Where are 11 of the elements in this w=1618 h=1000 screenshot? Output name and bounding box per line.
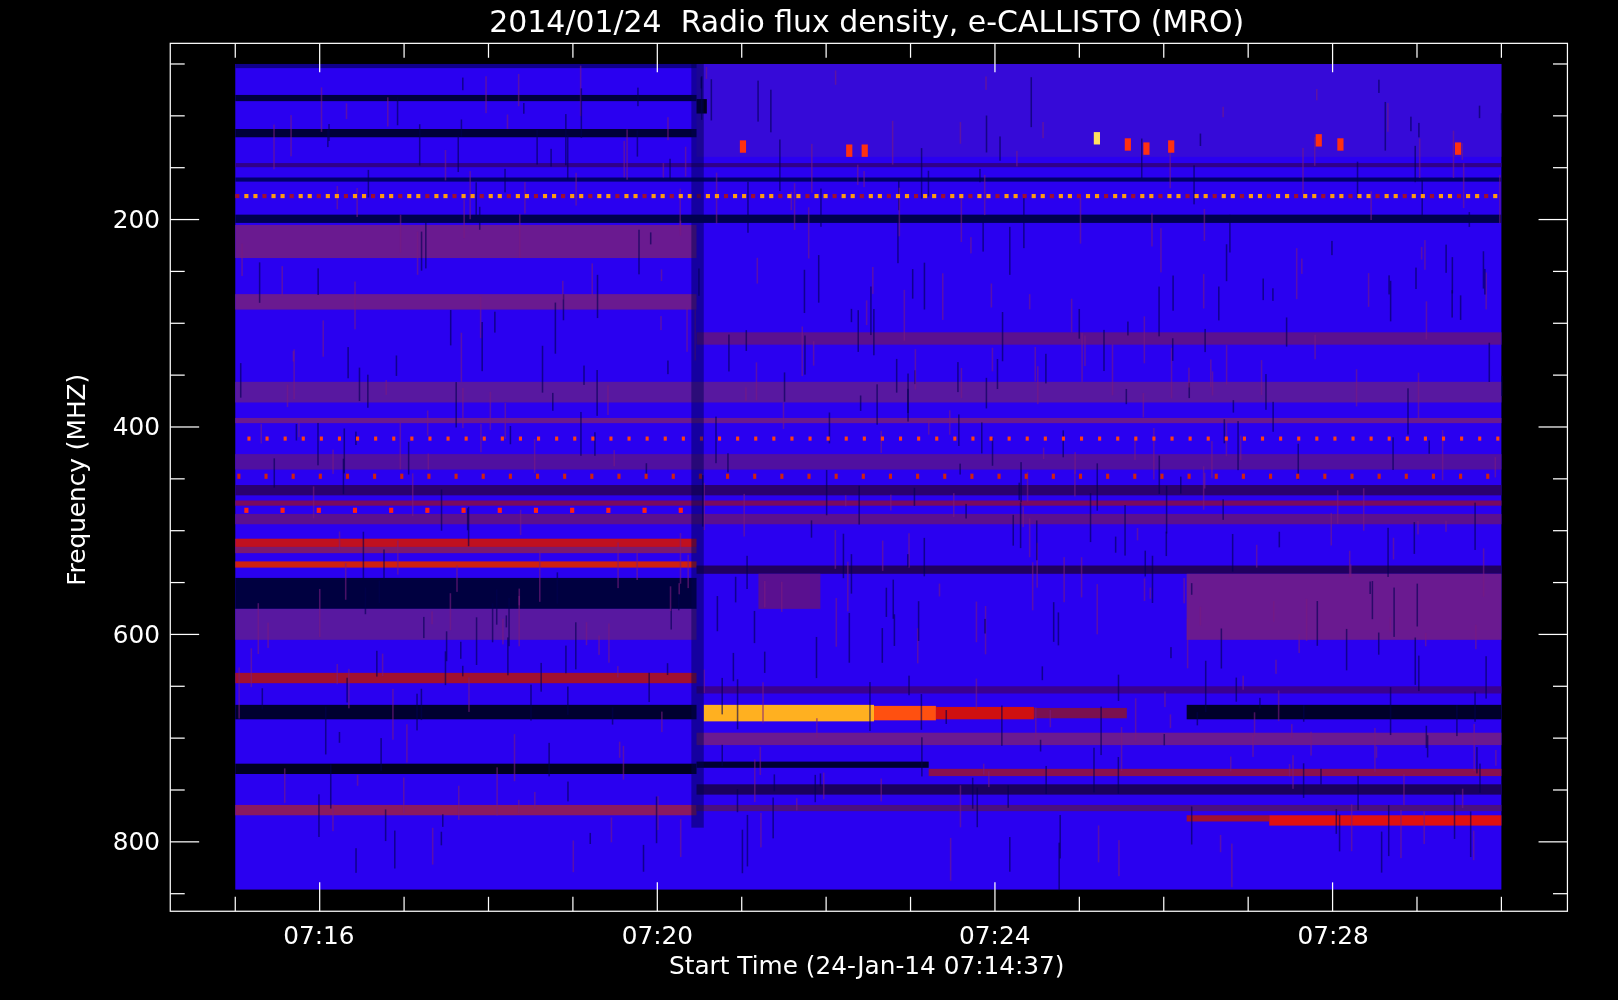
axis-label: Start Time (24-Jan-14 07:14:37): [669, 951, 1065, 981]
tick-label: 400: [112, 412, 160, 442]
tick-label: 200: [112, 205, 160, 235]
tick-label: 07:28: [1297, 921, 1369, 951]
tick-label: 07:20: [621, 921, 693, 951]
tick-label: 600: [112, 619, 160, 649]
tick-label: 07:24: [959, 921, 1031, 951]
axis-label: Frequency (MHZ): [61, 373, 91, 586]
chart-title: 2014/01/24 Radio flux density, e-CALLISTO (MRO): [489, 4, 1245, 39]
tick-label: 07:16: [283, 921, 355, 951]
tick-label: 800: [112, 827, 160, 857]
